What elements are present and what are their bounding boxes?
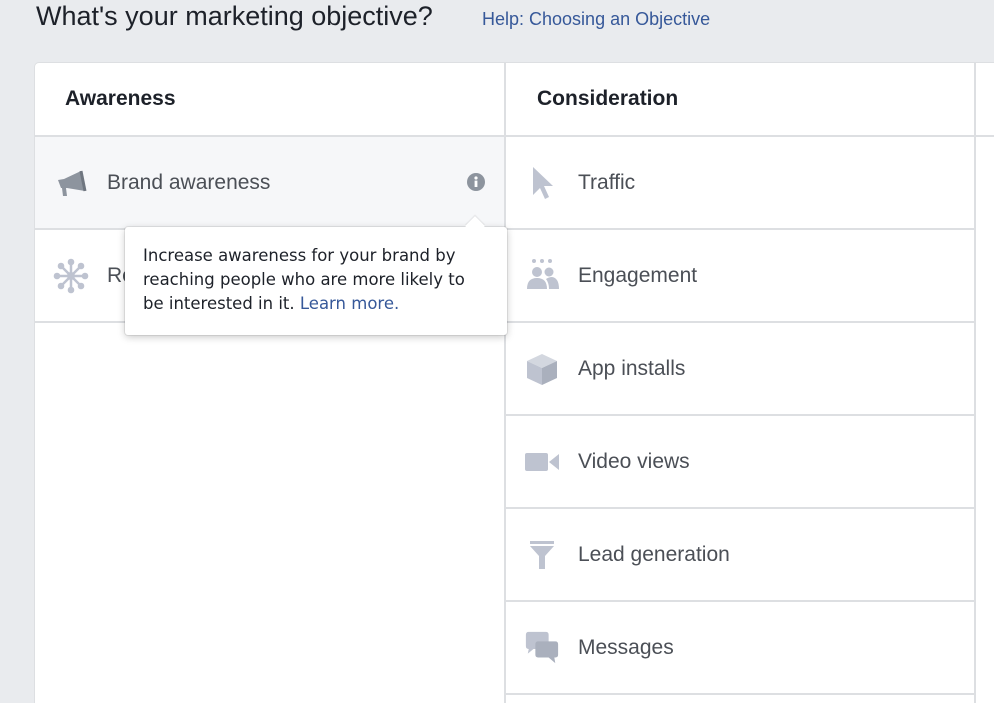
megaphone-icon: [53, 165, 89, 201]
conversion-column-header: [976, 63, 994, 137]
page-title: What's your marketing objective?: [36, 1, 433, 31]
funnel-icon: [524, 537, 560, 573]
objective-label: Video views: [578, 449, 690, 473]
objective-label: Messages: [578, 635, 674, 659]
objective-traffic[interactable]: Traffic: [506, 137, 974, 230]
objective-app-installs[interactable]: App installs: [506, 323, 974, 416]
help-choosing-objective-link[interactable]: Help: Choosing an Objective: [482, 8, 710, 30]
objective-label: App installs: [578, 356, 686, 380]
cursor-icon: [524, 165, 560, 201]
objective-messages[interactable]: Messages: [506, 602, 974, 695]
objective-lead-generation[interactable]: Lead generation: [506, 509, 974, 602]
people-icon: [524, 258, 560, 294]
consideration-column: Consideration Traffic Engagement App ins…: [506, 63, 976, 703]
awareness-column: Awareness Brand awareness: [35, 63, 506, 703]
objective-video-views[interactable]: Video views: [506, 416, 974, 509]
objective-engagement[interactable]: Engagement: [506, 230, 974, 323]
conversion-column: [976, 63, 994, 703]
learn-more-link[interactable]: Learn more.: [300, 294, 399, 313]
objective-brand-awareness[interactable]: Brand awareness: [35, 137, 504, 230]
brand-awareness-tooltip: Increase awareness for your brand by rea…: [125, 216, 507, 335]
reach-icon: [53, 258, 89, 294]
consideration-column-header: Consideration: [506, 63, 974, 137]
info-icon[interactable]: [467, 173, 485, 191]
objective-label: Traffic: [578, 170, 636, 194]
objectives-panel: Awareness Brand awareness Consideration …: [35, 63, 994, 703]
video-camera-icon: [524, 444, 560, 480]
awareness-column-header: Awareness: [35, 63, 504, 137]
objective-label: Engagement: [578, 263, 698, 287]
chat-bubbles-icon: [524, 630, 560, 666]
objective-label: Brand awareness: [107, 170, 271, 194]
objective-label: Lead generation: [578, 542, 730, 566]
box-icon: [524, 351, 560, 387]
